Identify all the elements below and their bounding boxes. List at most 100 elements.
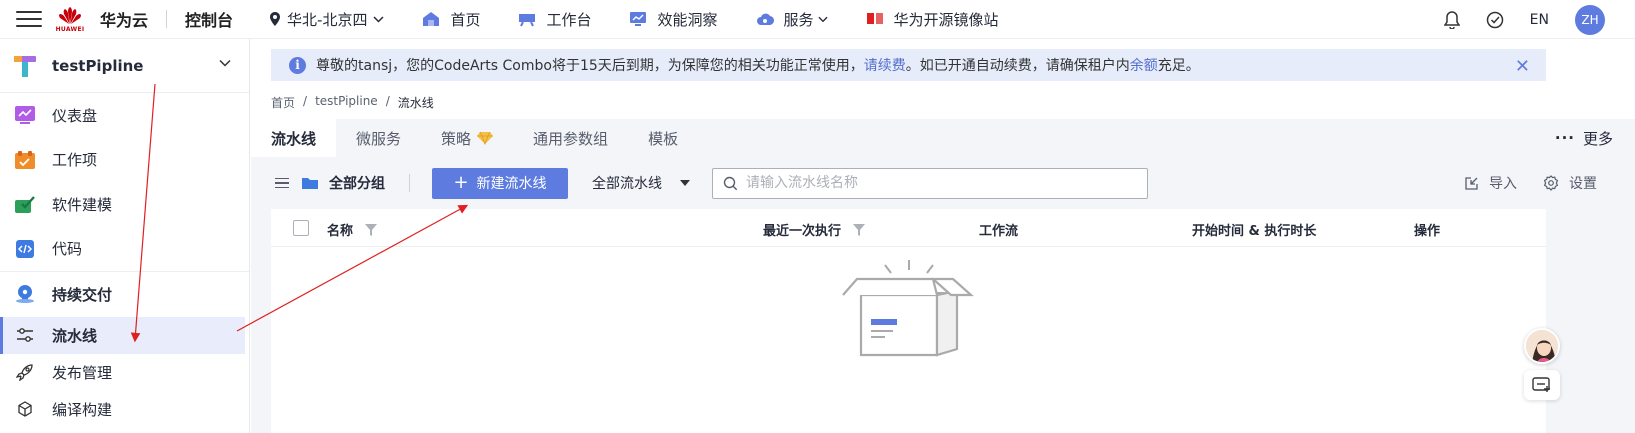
sidebar-item-release[interactable]: 发布管理 — [0, 354, 249, 391]
balance-link[interactable]: 余额 — [1130, 58, 1158, 74]
breadcrumb: 首页 / testPipline / 流水线 — [271, 94, 434, 111]
divider — [166, 10, 168, 28]
import-button[interactable]: 导入 — [1464, 173, 1517, 193]
sidebar-item-label: 软件建模 — [52, 195, 113, 214]
chat-icon — [1532, 377, 1550, 392]
sidebar-section-delivery[interactable]: 持续交付 — [0, 272, 249, 317]
import-icon — [1465, 176, 1478, 190]
more-label: 更多 — [1582, 129, 1613, 148]
sidebar-item-dashboard[interactable]: 仪表盘 — [0, 93, 249, 138]
close-icon[interactable]: ✕ — [1515, 56, 1530, 77]
more-dots-icon: ··· — [1554, 129, 1575, 147]
region-selector[interactable]: 华北-北京四 — [269, 9, 384, 30]
project-logo-icon — [14, 55, 36, 77]
breadcrumb-project[interactable]: testPipline — [315, 94, 378, 111]
brand-name[interactable]: 华为云 — [100, 7, 148, 31]
workitem-icon — [15, 150, 35, 169]
rocket-icon — [16, 364, 33, 381]
tab-pipeline[interactable]: 流水线 — [251, 119, 337, 157]
nav-mirror[interactable]: 华为开源镜像站 — [866, 9, 999, 30]
gear-icon — [1543, 175, 1559, 191]
nav-insight[interactable]: 效能洞察 — [629, 9, 718, 30]
empty-box-illustration — [842, 260, 974, 357]
sidebar-item-build[interactable]: 编译构建 — [0, 391, 249, 428]
huawei-logo[interactable]: HUAWEI — [54, 6, 86, 33]
service-icon — [756, 13, 774, 26]
modeling-icon — [15, 196, 35, 214]
nav-service[interactable]: 服务 — [756, 9, 828, 30]
column-actions-label: 操作 — [1414, 224, 1441, 239]
pipeline-filter-select[interactable]: 全部流水线 — [592, 173, 690, 193]
nav-home[interactable]: 首页 — [422, 9, 480, 30]
sidebar-item-label: 代码 — [52, 240, 83, 259]
sidebar-item-label: 仪表盘 — [52, 106, 98, 125]
language-switch[interactable]: EN — [1530, 12, 1549, 28]
sidebar-section-label: 持续交付 — [52, 285, 113, 304]
group-selector[interactable]: 全部分组 — [329, 173, 385, 193]
bell-icon[interactable] — [1443, 10, 1460, 29]
project-switcher[interactable]: testPipline — [0, 39, 249, 93]
check-circle-icon[interactable] — [1486, 11, 1504, 29]
more-button[interactable]: ··· 更多 — [1555, 119, 1613, 157]
breadcrumb-home[interactable]: 首页 — [271, 94, 295, 111]
tab-microservice[interactable]: 微服务 — [336, 119, 421, 157]
settings-button[interactable]: 设置 — [1543, 173, 1597, 193]
sidebar-item-workitem[interactable]: 工作项 — [0, 138, 249, 183]
info-icon: i — [289, 56, 306, 74]
project-name: testPipline — [52, 56, 144, 75]
tab-common-params[interactable]: 通用参数组 — [513, 119, 628, 157]
chevron-down-icon — [373, 15, 384, 23]
tab-policy[interactable]: 策略 — [421, 119, 513, 157]
nav-workbench[interactable]: 工作台 — [518, 9, 591, 30]
search-icon — [723, 176, 738, 190]
notice-middle: 。如已开通自动续费，请确保租户内 — [905, 58, 1130, 74]
tab-template[interactable]: 模板 — [628, 119, 698, 157]
column-last-run: 最近一次执行 — [763, 220, 866, 239]
breadcrumb-separator: / — [303, 94, 308, 108]
search-input[interactable] — [746, 175, 1136, 191]
sidebar-item-pipeline[interactable]: 流水线 — [0, 316, 245, 354]
sidebar-item-modeling[interactable]: 软件建模 — [0, 182, 249, 227]
diamond-icon — [477, 131, 494, 145]
plus-icon: + — [453, 172, 469, 193]
renew-link[interactable]: 请续费 — [864, 58, 906, 74]
column-start-time: 开始时间 & 执行时长 — [1192, 220, 1316, 239]
renewal-notice-banner: i 尊敬的tansj，您的CodeArts Combo将于15天后到期，为保障您… — [271, 49, 1546, 81]
nav-mirror-label: 华为开源镜像站 — [893, 10, 999, 29]
filter-icon[interactable] — [365, 223, 378, 236]
huawei-logo-mark-icon — [59, 6, 81, 24]
chat-button[interactable] — [1524, 370, 1560, 400]
select-all-checkbox[interactable] — [293, 220, 309, 236]
list-toggle-icon[interactable] — [275, 177, 289, 189]
console-title[interactable]: 控制台 — [185, 7, 233, 31]
code-icon — [16, 239, 34, 258]
pipeline-content: 全部分组 + 新建流水线 全部流水线 导入 设置 — [251, 157, 1635, 433]
sidebar-item-label: 流水线 — [52, 326, 98, 345]
top-navigation-bar: HUAWEI 华为云 控制台 华北-北京四 首页 工作台 效能洞察 服务 华为开… — [0, 0, 1635, 39]
pipeline-icon — [17, 328, 33, 342]
user-avatar[interactable]: ZH — [1575, 4, 1605, 35]
new-pipeline-label: 新建流水线 — [476, 176, 547, 192]
pipeline-table: 名称 最近一次执行 工作流 开始时间 & 执行时长 操作 — [271, 209, 1546, 433]
sidebar-item-label: 发布管理 — [52, 363, 113, 382]
search-box — [712, 167, 1148, 199]
sidebar-item-label: 编译构建 — [52, 400, 113, 419]
nav-insight-label: 效能洞察 — [657, 10, 718, 29]
divider — [409, 174, 410, 192]
column-actions: 操作 — [1414, 220, 1440, 239]
breadcrumb-current: 流水线 — [397, 96, 434, 110]
dashboard-icon — [15, 106, 35, 125]
column-workflow: 工作流 — [979, 220, 1018, 239]
caret-down-icon — [680, 180, 690, 186]
toolbar-actions: 导入 设置 — [1464, 157, 1597, 209]
new-pipeline-button[interactable]: + 新建流水线 — [432, 167, 568, 199]
sidebar-item-code[interactable]: 代码 — [0, 227, 249, 272]
filter-icon[interactable] — [853, 223, 866, 236]
assistant-avatar[interactable] — [1524, 328, 1560, 364]
column-workflow-label: 工作流 — [979, 224, 1019, 239]
delivery-icon — [16, 285, 34, 304]
workbench-icon — [519, 14, 536, 27]
column-name-label: 名称 — [327, 224, 354, 239]
settings-label: 设置 — [1569, 176, 1597, 192]
menu-icon[interactable] — [16, 11, 42, 27]
